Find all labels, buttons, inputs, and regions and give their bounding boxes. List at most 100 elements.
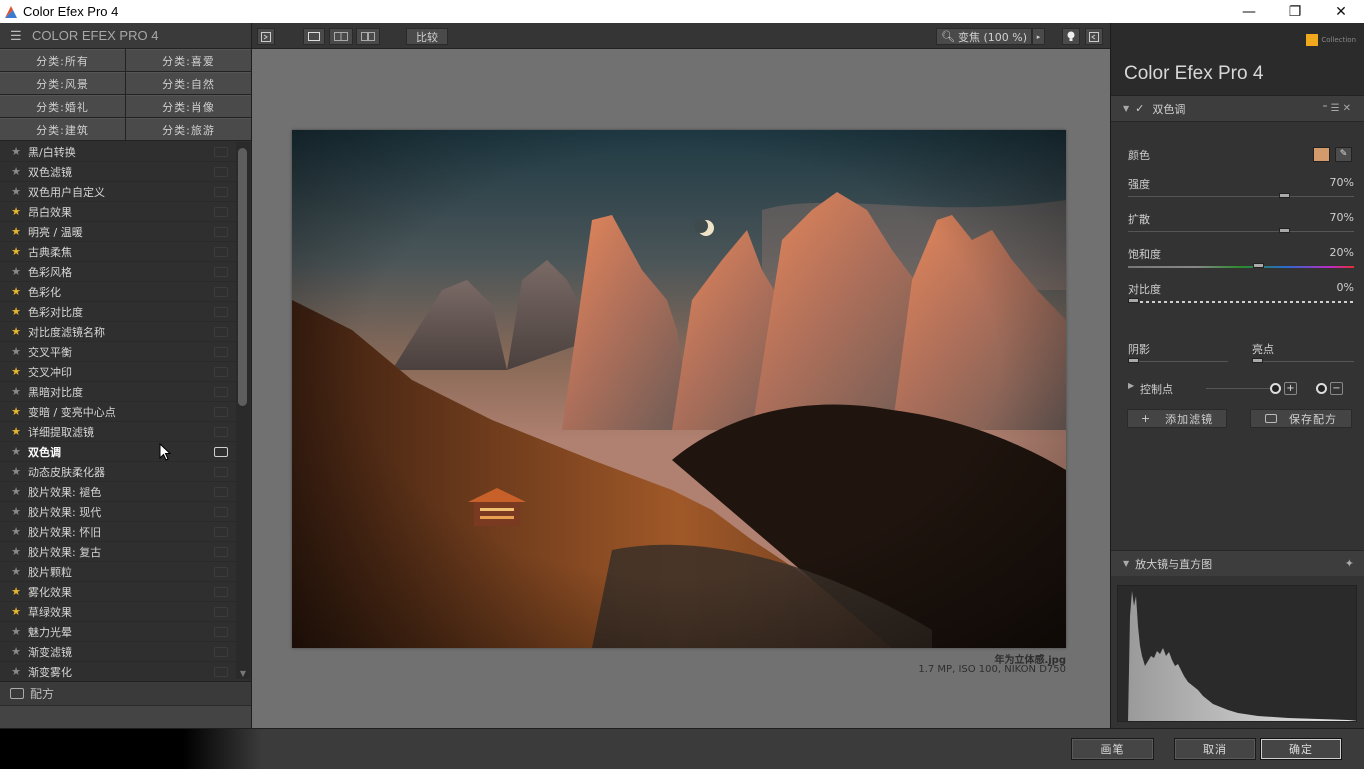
filter-list-item[interactable]: ★ 古典柔焦: [0, 242, 236, 262]
filter-list-item[interactable]: ★ 动态皮肤柔化器: [0, 462, 236, 482]
add-to-stack-icon[interactable]: [214, 346, 228, 357]
filter-list-item[interactable]: ★ 双色调: [0, 442, 236, 462]
category-button[interactable]: 分类:喜爱: [126, 49, 251, 71]
filter-list-item[interactable]: ★ 交叉冲印: [0, 362, 236, 382]
favorite-star-icon[interactable]: ★: [10, 605, 22, 618]
favorite-star-icon[interactable]: ★: [10, 485, 22, 498]
collapse-triangle-icon[interactable]: ▼: [1123, 559, 1129, 568]
add-to-stack-icon[interactable]: [214, 266, 228, 277]
favorite-star-icon[interactable]: ★: [10, 325, 22, 338]
preview-canvas[interactable]: 年为立体感.jpg 1.7 MP, ISO 100, NIKON D750: [252, 49, 1110, 728]
favorite-star-icon[interactable]: ★: [10, 425, 22, 438]
add-to-stack-icon[interactable]: [214, 386, 228, 397]
category-button[interactable]: 分类:肖像: [126, 95, 251, 117]
favorite-star-icon[interactable]: ★: [10, 405, 22, 418]
scroll-down-icon[interactable]: ▼: [238, 669, 248, 678]
favorite-star-icon[interactable]: ★: [10, 625, 22, 638]
favorite-star-icon[interactable]: ★: [10, 545, 22, 558]
favorite-star-icon[interactable]: ★: [10, 385, 22, 398]
add-to-stack-icon[interactable]: [214, 406, 228, 417]
add-to-stack-icon[interactable]: [214, 166, 228, 177]
add-to-stack-icon[interactable]: [214, 286, 228, 297]
filter-list-item[interactable]: ★ 色彩对比度: [0, 302, 236, 322]
loupe-histogram-header[interactable]: ▼ 放大镜与直方图 ✦: [1111, 550, 1364, 576]
shadows-slider-knob[interactable]: [1128, 358, 1139, 363]
category-button[interactable]: 分类:自然: [126, 72, 251, 94]
color-swatch[interactable]: [1313, 147, 1330, 162]
filter-list-item[interactable]: ★ 胶片效果: 怀旧: [0, 522, 236, 542]
filter-list-item[interactable]: ★ 色彩风格: [0, 262, 236, 282]
add-to-stack-icon[interactable]: [214, 526, 228, 537]
highlights-slider-track[interactable]: [1252, 361, 1354, 362]
slider-knob[interactable]: [1128, 298, 1139, 303]
maximize-button[interactable]: ❐: [1272, 0, 1318, 23]
pin-icon[interactable]: ✦: [1345, 557, 1354, 570]
filter-list-item[interactable]: ★ 交叉平衡: [0, 342, 236, 362]
slider-track[interactable]: [1128, 266, 1354, 268]
remove-control-point-button[interactable]: −: [1316, 380, 1350, 396]
add-to-stack-icon[interactable]: [214, 306, 228, 317]
favorite-star-icon[interactable]: ★: [10, 205, 22, 218]
slider-knob[interactable]: [1253, 263, 1264, 268]
favorite-star-icon[interactable]: ★: [10, 665, 22, 678]
filter-options-icons[interactable]: ⁼☰✕: [1322, 103, 1354, 114]
highlights-slider-knob[interactable]: [1252, 358, 1263, 363]
loupe-toggle-button[interactable]: [1062, 28, 1080, 45]
favorite-star-icon[interactable]: ★: [10, 585, 22, 598]
favorite-star-icon[interactable]: ★: [10, 445, 22, 458]
add-control-point-button[interactable]: +: [1270, 380, 1304, 396]
side-by-side-button[interactable]: [356, 28, 380, 45]
add-to-stack-icon[interactable]: [214, 666, 228, 677]
filter-list-item[interactable]: ★ 对比度滤镜名称: [0, 322, 236, 342]
filter-list-item[interactable]: ★ 双色滤镜: [0, 162, 236, 182]
active-filter-header[interactable]: ▼ ✓ 双色调 ⁼☰✕: [1111, 96, 1364, 122]
favorite-star-icon[interactable]: ★: [10, 185, 22, 198]
add-to-stack-icon[interactable]: [214, 506, 228, 517]
preview-image[interactable]: [292, 130, 1066, 648]
add-to-stack-icon[interactable]: [214, 226, 228, 237]
favorite-star-icon[interactable]: ★: [10, 645, 22, 658]
slider-knob[interactable]: [1279, 228, 1290, 233]
favorite-star-icon[interactable]: ★: [10, 225, 22, 238]
favorite-star-icon[interactable]: ★: [10, 245, 22, 258]
filter-list-item[interactable]: ★ 双色用户自定义: [0, 182, 236, 202]
favorite-star-icon[interactable]: ★: [10, 525, 22, 538]
minimize-button[interactable]: —: [1226, 0, 1272, 23]
add-to-stack-icon[interactable]: [214, 326, 228, 337]
filter-list-scrollbar[interactable]: ▼: [236, 142, 250, 679]
compare-button[interactable]: 比较: [406, 28, 448, 45]
shadows-slider-track[interactable]: [1128, 361, 1228, 362]
filter-enable-checkbox[interactable]: ✓: [1135, 102, 1144, 115]
favorite-star-icon[interactable]: ★: [10, 365, 22, 378]
add-filter-button[interactable]: + 添加滤镜: [1127, 409, 1227, 428]
favorite-star-icon[interactable]: ★: [10, 565, 22, 578]
split-view-button[interactable]: [329, 28, 353, 45]
filter-list-item[interactable]: ★ 昂白效果: [0, 202, 236, 222]
add-to-stack-icon[interactable]: [214, 626, 228, 637]
favorite-star-icon[interactable]: ★: [10, 285, 22, 298]
add-to-stack-icon[interactable]: [214, 246, 228, 257]
save-recipe-button[interactable]: 保存配方: [1250, 409, 1352, 428]
add-to-stack-icon[interactable]: [214, 486, 228, 497]
filter-list-item[interactable]: ★ 渐变滤镜: [0, 642, 236, 662]
filter-list-item[interactable]: ★ 胶片效果: 复古: [0, 542, 236, 562]
zoom-arrow-icon[interactable]: ▸: [1032, 28, 1045, 45]
hide-controls-button[interactable]: [1085, 28, 1103, 45]
favorite-star-icon[interactable]: ★: [10, 165, 22, 178]
collapse-triangle-icon[interactable]: ▼: [1123, 104, 1129, 113]
favorite-star-icon[interactable]: ★: [10, 505, 22, 518]
filter-list-item[interactable]: ★ 胶片颗粒: [0, 562, 236, 582]
recipes-section[interactable]: 配方: [0, 681, 251, 705]
filter-list-item[interactable]: ★ 明亮 / 温暖: [0, 222, 236, 242]
ok-button[interactable]: 确定: [1260, 738, 1342, 760]
add-to-stack-icon[interactable]: [214, 646, 228, 657]
add-to-stack-icon[interactable]: [214, 586, 228, 597]
filter-list-item[interactable]: ★ 胶片效果: 褪色: [0, 482, 236, 502]
filter-list-item[interactable]: ★ 雾化效果: [0, 582, 236, 602]
filter-list-item[interactable]: ★ 渐变雾化: [0, 662, 236, 679]
zoom-dropdown[interactable]: 🔍︎ 变焦 (100 %): [936, 28, 1032, 45]
filter-list-item[interactable]: ★ 色彩化: [0, 282, 236, 302]
hide-browser-button[interactable]: [257, 28, 275, 45]
add-to-stack-icon[interactable]: [214, 366, 228, 377]
filter-list-item[interactable]: ★ 胶片效果: 现代: [0, 502, 236, 522]
